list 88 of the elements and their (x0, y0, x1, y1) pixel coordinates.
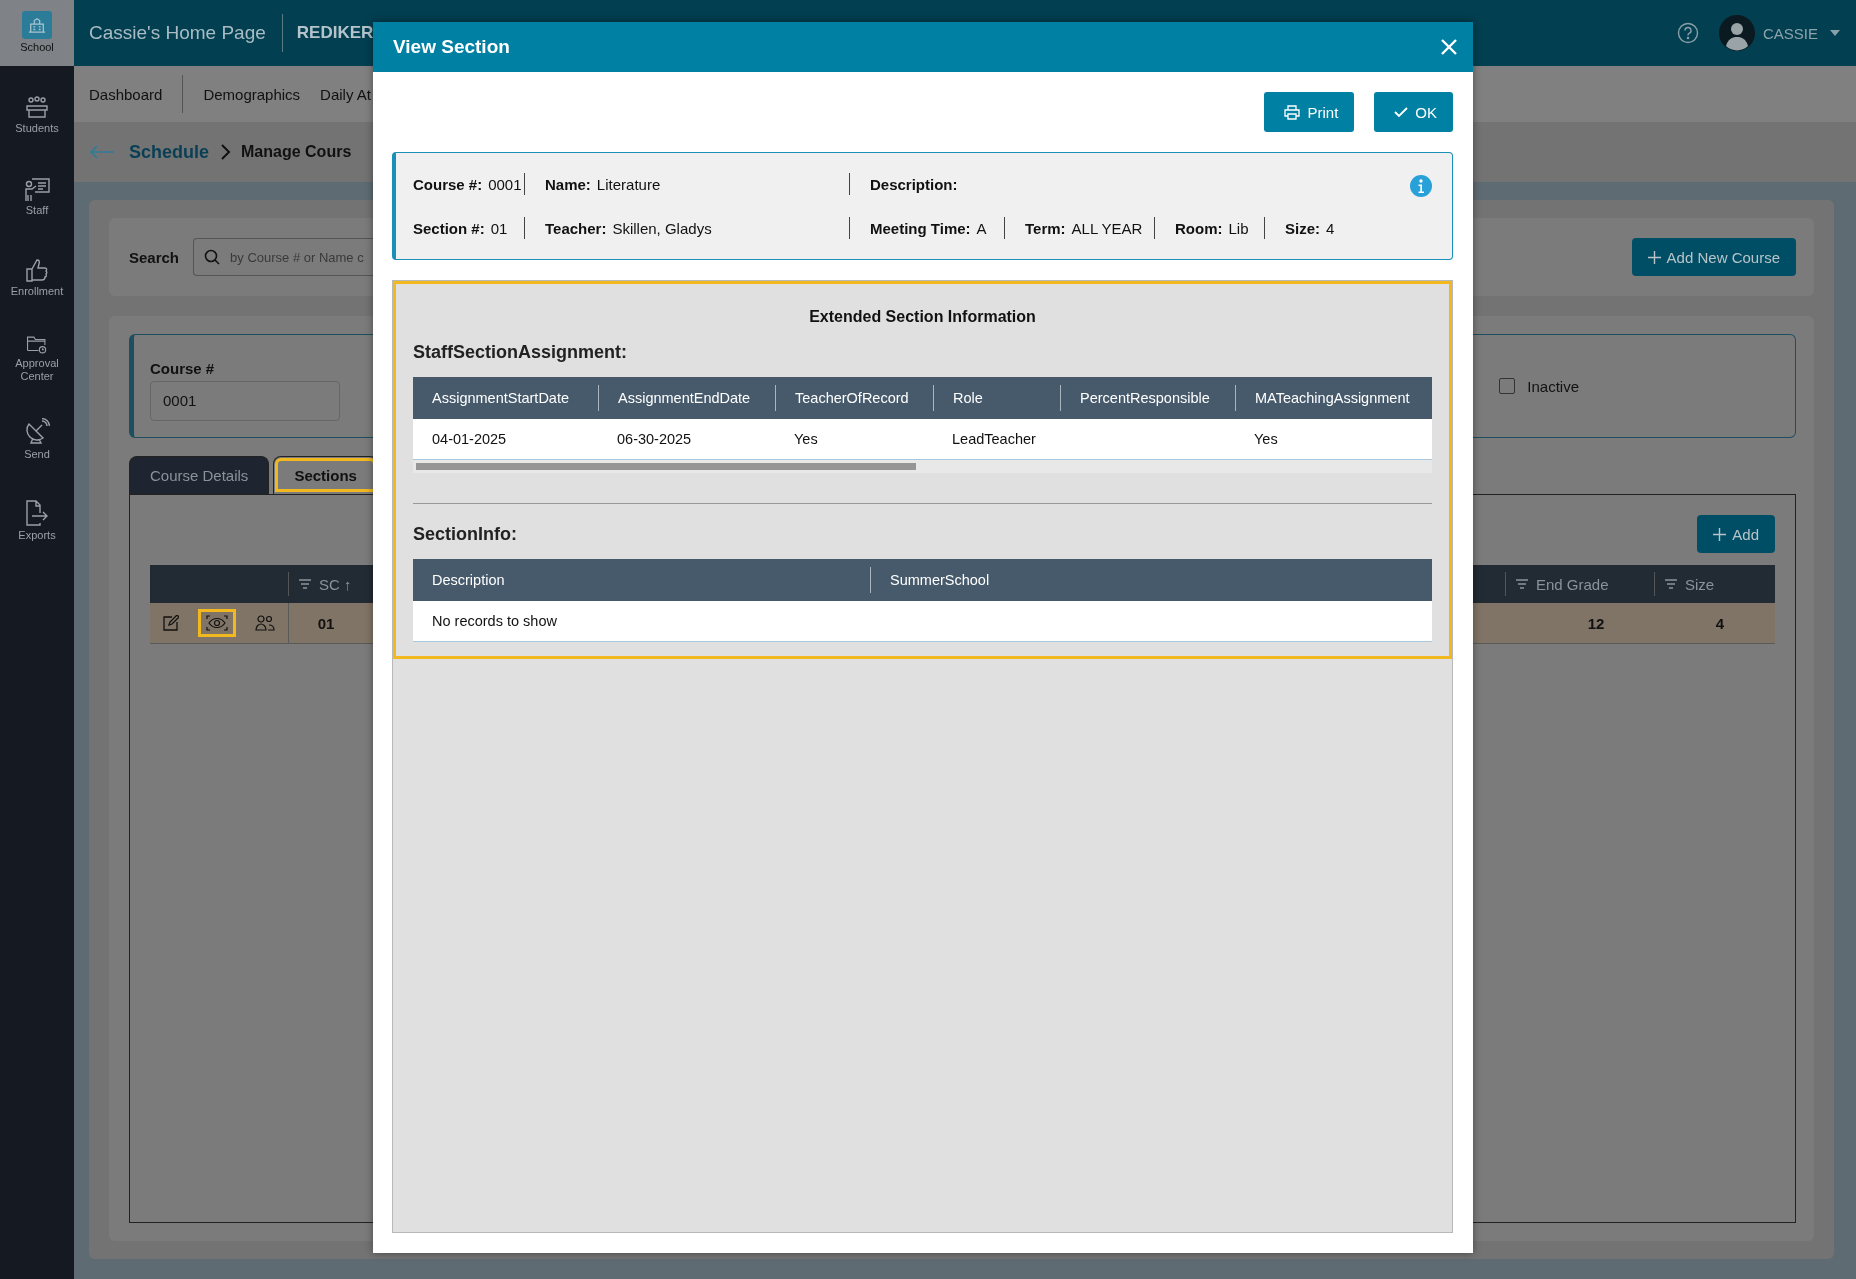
info-value: Skillen, Gladys (612, 219, 712, 237)
column-header[interactable]: TeacherOfRecord (775, 385, 933, 411)
info-value: A (976, 219, 987, 237)
nav-link[interactable]: Demographics (203, 85, 301, 103)
column-header[interactable]: AssignmentEndDate (598, 385, 775, 411)
school-icon (28, 16, 46, 35)
nav-link[interactable]: Daily At (320, 85, 371, 103)
column-title: Size (1685, 575, 1715, 593)
info-value: 4 (1326, 219, 1335, 237)
export-document-icon (24, 499, 50, 528)
table-title: StaffSectionAssignment: (413, 342, 629, 363)
print-button[interactable]: Print (1264, 92, 1355, 132)
info-label: Course #: (413, 175, 483, 193)
page-title: Manage Cours (241, 143, 352, 161)
info-label: Description: (870, 175, 958, 193)
field-label: Course # (150, 359, 216, 377)
checkbox-label: Inactive (1527, 377, 1579, 395)
info-label: Term: (1025, 219, 1066, 237)
info-label: Section #: (413, 219, 485, 237)
column-header[interactable]: Size (1654, 572, 1775, 596)
filter-icon[interactable] (299, 579, 311, 589)
avatar-icon[interactable] (1718, 15, 1755, 51)
column-title: SC ↑ (319, 575, 352, 593)
nav-link[interactable]: Dashboard (89, 85, 163, 103)
info-value: Lib (1228, 219, 1249, 237)
info-value: 0001 (488, 175, 522, 193)
info-value: 01 (490, 219, 508, 237)
search-label: Search (129, 248, 180, 266)
plus-icon (1647, 250, 1661, 264)
column-header[interactable]: Description (413, 567, 870, 593)
search-icon (204, 249, 221, 265)
home-page-title[interactable]: Cassie's Home Page (89, 22, 266, 44)
satellite-dish-icon (24, 418, 50, 447)
table-cell-text: 12 (1586, 614, 1606, 632)
sidebar-item[interactable]: Approval Center (0, 324, 74, 390)
plus-icon (1713, 527, 1727, 541)
column-header[interactable]: MATeachingAssignment (1235, 385, 1431, 411)
section-heading: Extended Section Information (808, 307, 1037, 326)
filter-icon[interactable] (1516, 579, 1528, 589)
column-header[interactable]: End Grade (1505, 572, 1654, 596)
help-icon[interactable] (1676, 22, 1699, 44)
teacher-board-icon (23, 176, 51, 203)
checkmark-icon (1394, 106, 1409, 118)
user-menu[interactable]: CASSIE (1762, 24, 1818, 42)
column-header[interactable]: SummerSchool (870, 567, 1431, 593)
info-label: Teacher: (545, 219, 607, 237)
thumbs-up-icon (24, 257, 50, 284)
close-icon[interactable] (1441, 39, 1457, 55)
add-button[interactable]: Add (1697, 515, 1775, 553)
table-cell: Yes (1254, 431, 1278, 447)
info-label: Name: (545, 175, 591, 193)
eye-icon[interactable] (198, 609, 236, 637)
info-icon[interactable] (1410, 175, 1432, 197)
sidebar-item[interactable]: Students (0, 81, 74, 147)
info-label: Size: (1285, 219, 1320, 237)
table-title: SectionInfo: (413, 524, 518, 545)
chevron-icon (219, 143, 232, 161)
table-cell-text: 4 (1714, 614, 1726, 632)
sidebar-item[interactable]: Send (0, 405, 74, 471)
column-header[interactable]: Role (933, 385, 1060, 411)
students-icon (23, 96, 51, 121)
sidebar-item[interactable]: School (0, 0, 74, 66)
tab[interactable]: Course Details (129, 456, 270, 494)
info-label: Meeting Time: (870, 219, 971, 237)
sidebar-item[interactable]: Enrollment (0, 243, 74, 309)
sidebar-item[interactable]: Staff (0, 162, 74, 228)
course-number-field[interactable]: 0001 (150, 380, 340, 421)
ok-button[interactable]: OK (1374, 92, 1453, 132)
column-title: End Grade (1536, 575, 1609, 593)
filter-icon[interactable] (1665, 579, 1677, 589)
table-cell: LeadTeacher (952, 431, 1036, 447)
column-header[interactable]: AssignmentStartDate (413, 385, 598, 411)
add-new-course-button[interactable]: Add New Course (1631, 238, 1796, 276)
info-value: Literature (596, 175, 661, 193)
table-cell: 06-30-2025 (617, 431, 692, 447)
dialog-title: View Section (393, 36, 510, 58)
caret-icon[interactable] (1830, 30, 1840, 36)
table-cell-text: 01 (316, 614, 336, 632)
info-label: Room: (1175, 219, 1223, 237)
brand-name: REDIKER (296, 23, 374, 43)
table-cell: Yes (794, 431, 818, 447)
table-cell: 04-01-2025 (432, 431, 507, 447)
column-header[interactable]: PercentResponsible (1060, 385, 1235, 411)
info-value: ALL YEAR (1071, 219, 1143, 237)
sidebar-item[interactable]: Exports (0, 486, 74, 552)
printer-icon (1284, 104, 1301, 120)
empty-message: No records to show (431, 613, 557, 629)
horizontal-scrollbar[interactable] (413, 460, 1432, 473)
